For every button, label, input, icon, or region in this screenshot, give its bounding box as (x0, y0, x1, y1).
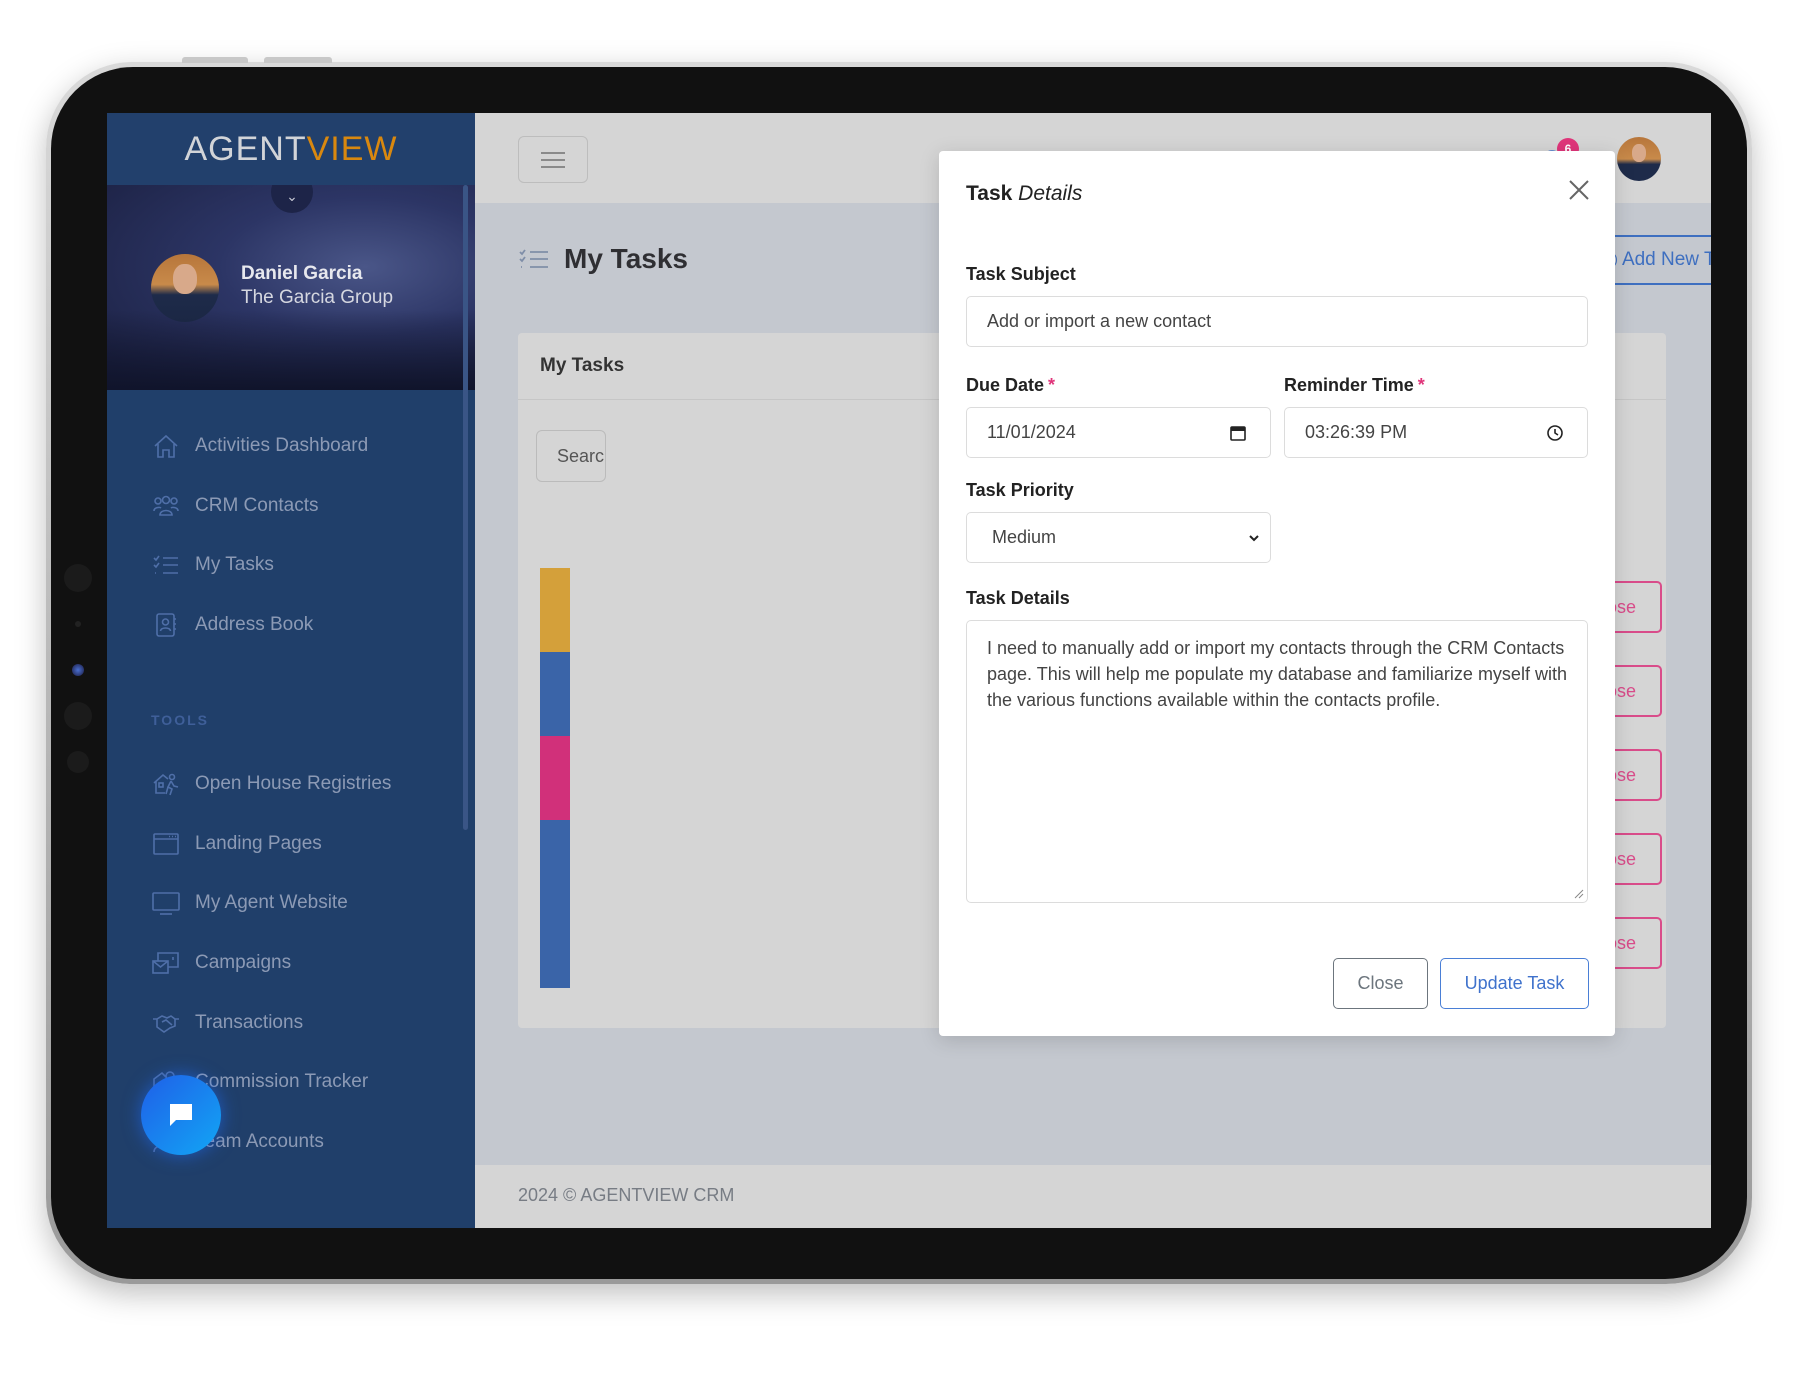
tablet-sensor (64, 702, 92, 730)
brand-logo-part1: AGENT (184, 129, 307, 168)
page-header: My Tasks (518, 243, 688, 275)
sidebar-item-my-agent-website[interactable]: My Agent Website (151, 890, 348, 916)
sidebar-item-label: My Agent Website (195, 892, 348, 913)
modal-title-italic: Details (1018, 182, 1083, 205)
reminder-time-value: 03:26:39 PM (1305, 422, 1408, 442)
tablet-sensor (67, 751, 89, 773)
sidebar-item-open-house-registries[interactable]: Open House Registries (151, 771, 391, 797)
address-book-icon (151, 612, 181, 638)
tablet-camera-icon (72, 664, 84, 676)
calendar-icon[interactable] (1228, 423, 1248, 443)
reminder-time-input[interactable]: 03:26:39 PM (1284, 407, 1588, 458)
priority-indicator (540, 652, 570, 736)
sidebar-item-transactions[interactable]: Transactions (151, 1010, 303, 1036)
chevron-down-icon[interactable]: ⌄ (271, 185, 313, 213)
section-label-tools: TOOLS (151, 712, 209, 728)
due-date-input[interactable]: 11/01/2024 (966, 407, 1271, 458)
sidebar-item-my-tasks[interactable]: My Tasks (151, 552, 274, 578)
tablet-sensor (75, 621, 81, 627)
sidebar-item-label: Activities Dashboard (195, 435, 369, 456)
modal-title-bold: Task (966, 182, 1013, 205)
due-date-label-text: Due Date (966, 375, 1045, 395)
footer: 2024 © AGENTVIEW CRM (475, 1165, 1711, 1228)
sidebar-item-label: Campaigns (195, 952, 292, 973)
sidebar-item-address-book[interactable]: Address Book (151, 612, 313, 638)
task-priority-value: Medium (992, 527, 1057, 547)
close-icon (1569, 180, 1589, 200)
profile-avatar[interactable] (151, 254, 219, 322)
task-subject-label: Task Subject (966, 264, 1076, 284)
footer-copyright: 2024 © AGENTVIEW CRM (518, 1185, 735, 1205)
reminder-time-label: Reminder Time * (1284, 375, 1425, 396)
priority-indicator (540, 568, 570, 652)
close-button[interactable]: Close (1333, 958, 1428, 1009)
add-new-task-label: Add New Task (1621, 249, 1711, 270)
main-content: 6 My Tasks + Add New Task My Tasks Searc… (475, 113, 1711, 1228)
required-marker: * (1048, 375, 1056, 395)
sidebar-item-label: Address Book (195, 614, 314, 635)
reminder-time-label-text: Reminder Time (1284, 375, 1414, 395)
due-date-value: 11/01/2024 (987, 422, 1076, 442)
sidebar-item-label: Transactions (195, 1012, 304, 1033)
sidebar-item-label: Open House Registries (195, 773, 392, 794)
sidebar-item-crm-contacts[interactable]: CRM Contacts (151, 493, 319, 519)
search-button[interactable]: Search (536, 430, 606, 482)
brand-logo-part2: VIEW (306, 129, 398, 168)
menu-toggle-button[interactable] (518, 136, 588, 183)
mail-campaign-icon (151, 950, 181, 976)
priority-indicator (540, 904, 570, 988)
chat-bubble-icon (170, 1104, 192, 1126)
update-task-button[interactable]: Update Task (1440, 958, 1589, 1009)
priority-indicator (540, 820, 570, 904)
task-details-modal: Task Details Task Subject Add or import … (939, 151, 1615, 1036)
sidebar-item-landing-pages[interactable]: Landing Pages (151, 831, 322, 857)
sidebar-item-label: Landing Pages (195, 833, 322, 854)
tablet-sensor (64, 564, 92, 592)
browser-window-icon (151, 831, 181, 857)
chat-button[interactable] (141, 1075, 221, 1155)
open-house-icon (151, 771, 181, 797)
monitor-icon (151, 890, 181, 916)
task-details-label: Task Details (966, 588, 1070, 608)
profile-company: The Garcia Group (241, 287, 394, 308)
card-title: My Tasks (540, 355, 625, 376)
brand-logo[interactable]: AGENT VIEW (107, 113, 475, 185)
handshake-icon (151, 1010, 181, 1036)
task-subject-input[interactable]: Add or import a new contact (966, 296, 1588, 347)
sidebar-item-campaigns[interactable]: Campaigns (151, 950, 291, 976)
sidebar-item-label: CRM Contacts (195, 495, 319, 516)
sidebar-item-label: My Tasks (195, 554, 274, 575)
tablet-volume-button (264, 57, 332, 63)
checklist-icon (151, 552, 181, 578)
task-priority-label: Task Priority (966, 480, 1074, 500)
user-avatar[interactable] (1617, 137, 1661, 181)
sidebar-scrollbar[interactable] (463, 185, 468, 830)
sidebar: AGENT VIEW ⌄ Daniel Garcia The Garcia Gro… (107, 113, 475, 1228)
tablet-volume-button (182, 57, 248, 63)
sidebar-item-label: Commission Tracker (195, 1071, 369, 1092)
home-icon (151, 433, 181, 459)
task-priority-select[interactable]: Medium (966, 512, 1271, 563)
profile-name: Daniel Garcia (241, 263, 363, 284)
due-date-label: Due Date * (966, 375, 1055, 396)
required-marker: * (1417, 375, 1425, 395)
chevron-down-icon (1244, 528, 1264, 548)
modal-title: Task Details (966, 182, 1082, 206)
task-details-textarea[interactable] (966, 620, 1588, 903)
users-icon (151, 493, 181, 519)
clock-icon[interactable] (1545, 423, 1565, 443)
hamburger-icon (541, 151, 565, 168)
page-title: My Tasks (564, 243, 688, 274)
priority-indicator (540, 736, 570, 820)
resize-handle-icon[interactable] (1572, 887, 1584, 899)
profile-banner: ⌄ Daniel Garcia The Garcia Group (107, 185, 475, 390)
modal-close-button[interactable] (1566, 177, 1596, 207)
checklist-icon (519, 249, 548, 268)
app-screen: AGENT VIEW ⌄ Daniel Garcia The Garcia Gro… (107, 113, 1711, 1228)
sidebar-item-activities-dashboard[interactable]: Activities Dashboard (151, 433, 368, 459)
